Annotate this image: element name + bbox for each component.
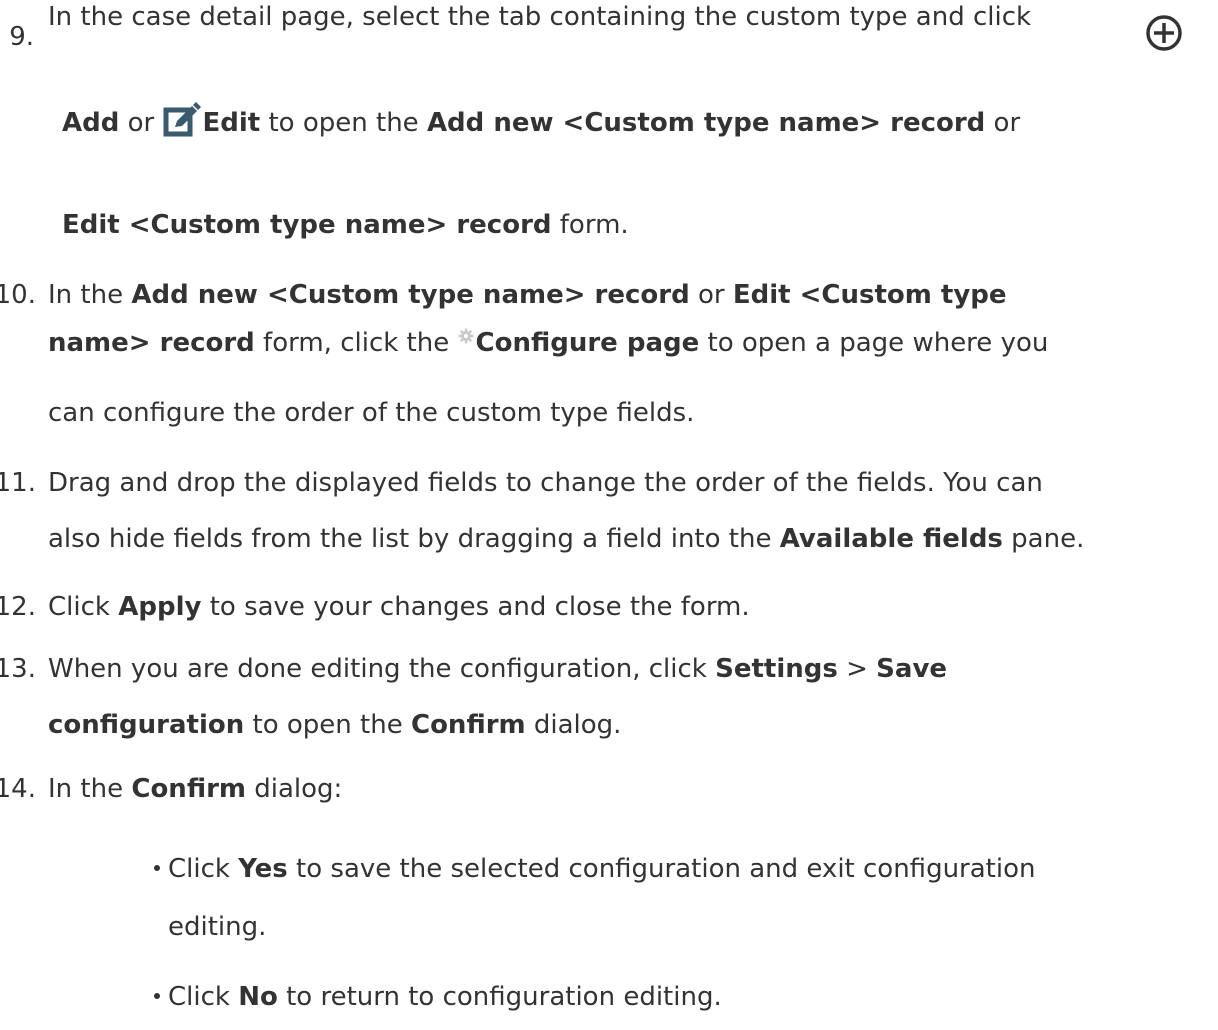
step-number: 14. bbox=[0, 774, 36, 804]
step-text-line: In the Add new <Custom type name> record… bbox=[48, 280, 1007, 310]
step-text-line: also hide fields from the list by draggi… bbox=[48, 524, 1085, 554]
step-text-line: When you are done editing the configurat… bbox=[48, 654, 948, 684]
bullet-text-line: editing. bbox=[168, 912, 267, 942]
step-text-line: configuration to open the Confirm dialog… bbox=[48, 710, 622, 740]
step-text-line: Add or Edit to open the Add new <Custom … bbox=[62, 100, 1020, 147]
step-number: 11. bbox=[0, 468, 36, 498]
bullet-text-line: Click No to return to configuration edit… bbox=[154, 980, 722, 1014]
add-circle-icon bbox=[1144, 13, 1184, 53]
step-text-line: Edit <Custom type name> record form. bbox=[62, 210, 629, 240]
step-number: 9. bbox=[9, 22, 34, 52]
step-number: 13. bbox=[0, 654, 36, 684]
bullet-dot bbox=[154, 992, 160, 999]
edit-icon bbox=[163, 102, 201, 149]
gear-icon bbox=[458, 319, 474, 353]
step-text-line: name> record form, click the Configure p… bbox=[48, 326, 1048, 361]
step-number: 12. bbox=[0, 592, 36, 622]
step-text-line: In the case detail page, select the tab … bbox=[48, 2, 1032, 32]
step-text-line: Click Apply to save your changes and clo… bbox=[48, 592, 750, 622]
bullet-dot bbox=[154, 864, 160, 871]
step-number: 10. bbox=[0, 280, 36, 310]
document-body: 9. In the case detail page, select the t… bbox=[0, 0, 1218, 1030]
bullet-text-line: Click Yes to save the selected configura… bbox=[154, 852, 1035, 886]
step-text-line: can configure the order of the custom ty… bbox=[48, 398, 695, 428]
step-text-line: In the Confirm dialog: bbox=[48, 774, 343, 804]
step-text-line: Drag and drop the displayed fields to ch… bbox=[48, 468, 1043, 498]
